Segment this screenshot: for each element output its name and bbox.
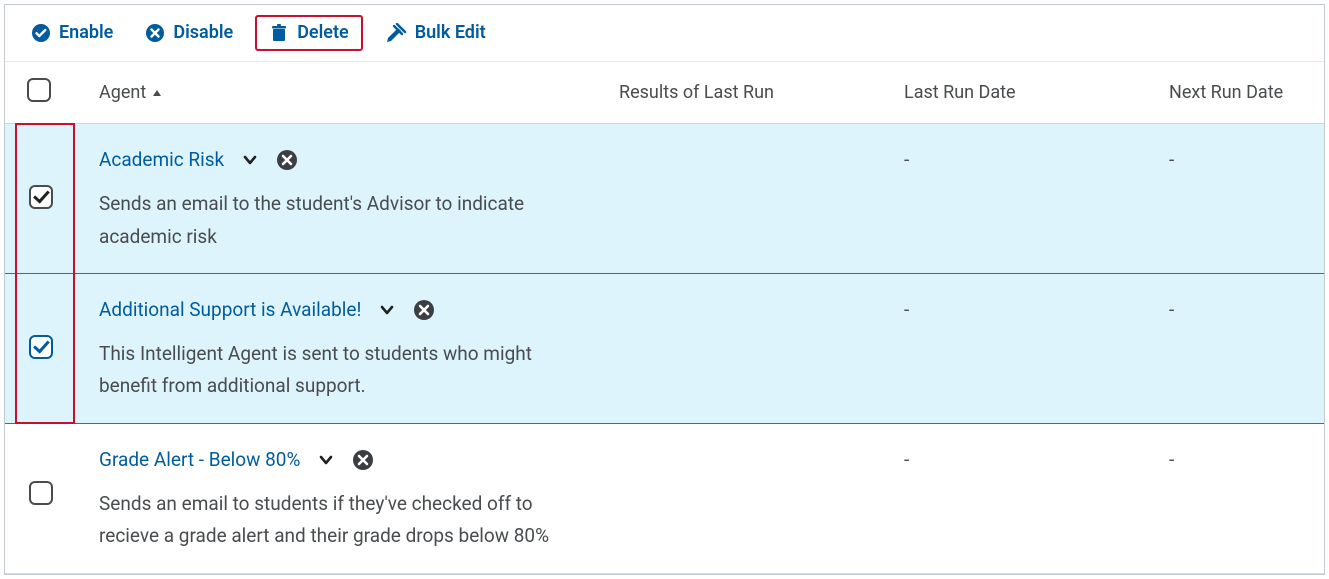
delete-label: Delete [297,24,349,42]
select-all-checkbox[interactable] [27,78,51,102]
row-checkbox[interactable] [29,481,53,505]
disabled-status-icon [276,149,298,171]
checkbox-cell [5,124,77,274]
disabled-status-icon [413,299,435,321]
results-cell [597,124,882,274]
results-cell [597,423,882,573]
enable-button[interactable]: Enable [21,17,123,49]
column-header-next-run[interactable]: Next Run Date [1147,62,1324,124]
agents-panel: Enable Disable Delete Bulk Edit [4,4,1325,575]
checkbox-cell [5,273,77,423]
column-header-select [5,62,77,124]
table-row: Grade Alert - Below 80% Sends an email to… [5,423,1324,573]
agent-header-label: Agent [99,82,146,103]
delete-button[interactable]: Delete [255,15,363,51]
next-run-cell: - [1147,423,1324,573]
agent-description: Sends an email to the student's Advisor … [99,188,575,253]
toolbar: Enable Disable Delete Bulk Edit [5,5,1324,62]
agent-title-link[interactable]: Academic Risk [99,144,224,176]
trash-icon [269,23,289,43]
agent-cell: Grade Alert - Below 80% Sends an email to… [77,423,597,573]
bulk-edit-label: Bulk Edit [415,24,486,42]
column-header-last-run[interactable]: Last Run Date [882,62,1147,124]
table-row: Additional Support is Available! This Int… [5,273,1324,423]
row-checkbox[interactable] [29,185,53,209]
agent-title-link[interactable]: Grade Alert - Below 80% [99,444,300,476]
agents-table: Agent Results of Last Run Last Run Date … [5,62,1324,574]
next-run-cell: - [1147,273,1324,423]
chevron-down-icon[interactable] [242,152,258,168]
chevron-down-icon[interactable] [379,302,395,318]
last-run-cell: - [882,124,1147,274]
row-checkbox[interactable] [29,335,53,359]
column-header-results[interactable]: Results of Last Run [597,62,882,124]
chevron-down-icon[interactable] [318,452,334,468]
results-cell [597,273,882,423]
table-row: Academic Risk Sends an email to the stude… [5,124,1324,274]
disable-label: Disable [173,24,233,42]
column-header-agent[interactable]: Agent [77,62,597,124]
enable-label: Enable [59,24,113,42]
sort-asc-icon [152,82,162,103]
next-run-cell: - [1147,124,1324,274]
x-circle-icon [145,23,165,43]
last-run-cell: - [882,423,1147,573]
agent-description: This Intelligent Agent is sent to studen… [99,338,575,403]
agent-cell: Additional Support is Available! This Int… [77,273,597,423]
agent-title-link[interactable]: Additional Support is Available! [99,294,361,326]
agents-tbody: Academic Risk Sends an email to the stude… [5,124,1324,574]
checkbox-cell [5,423,77,573]
disabled-status-icon [352,449,374,471]
bulk-edit-icon [385,23,407,43]
agent-description: Sends an email to students if they've ch… [99,488,575,553]
bulk-edit-button[interactable]: Bulk Edit [375,17,496,49]
agent-cell: Academic Risk Sends an email to the stude… [77,124,597,274]
disable-button[interactable]: Disable [135,17,243,49]
check-circle-icon [31,23,51,43]
last-run-cell: - [882,273,1147,423]
